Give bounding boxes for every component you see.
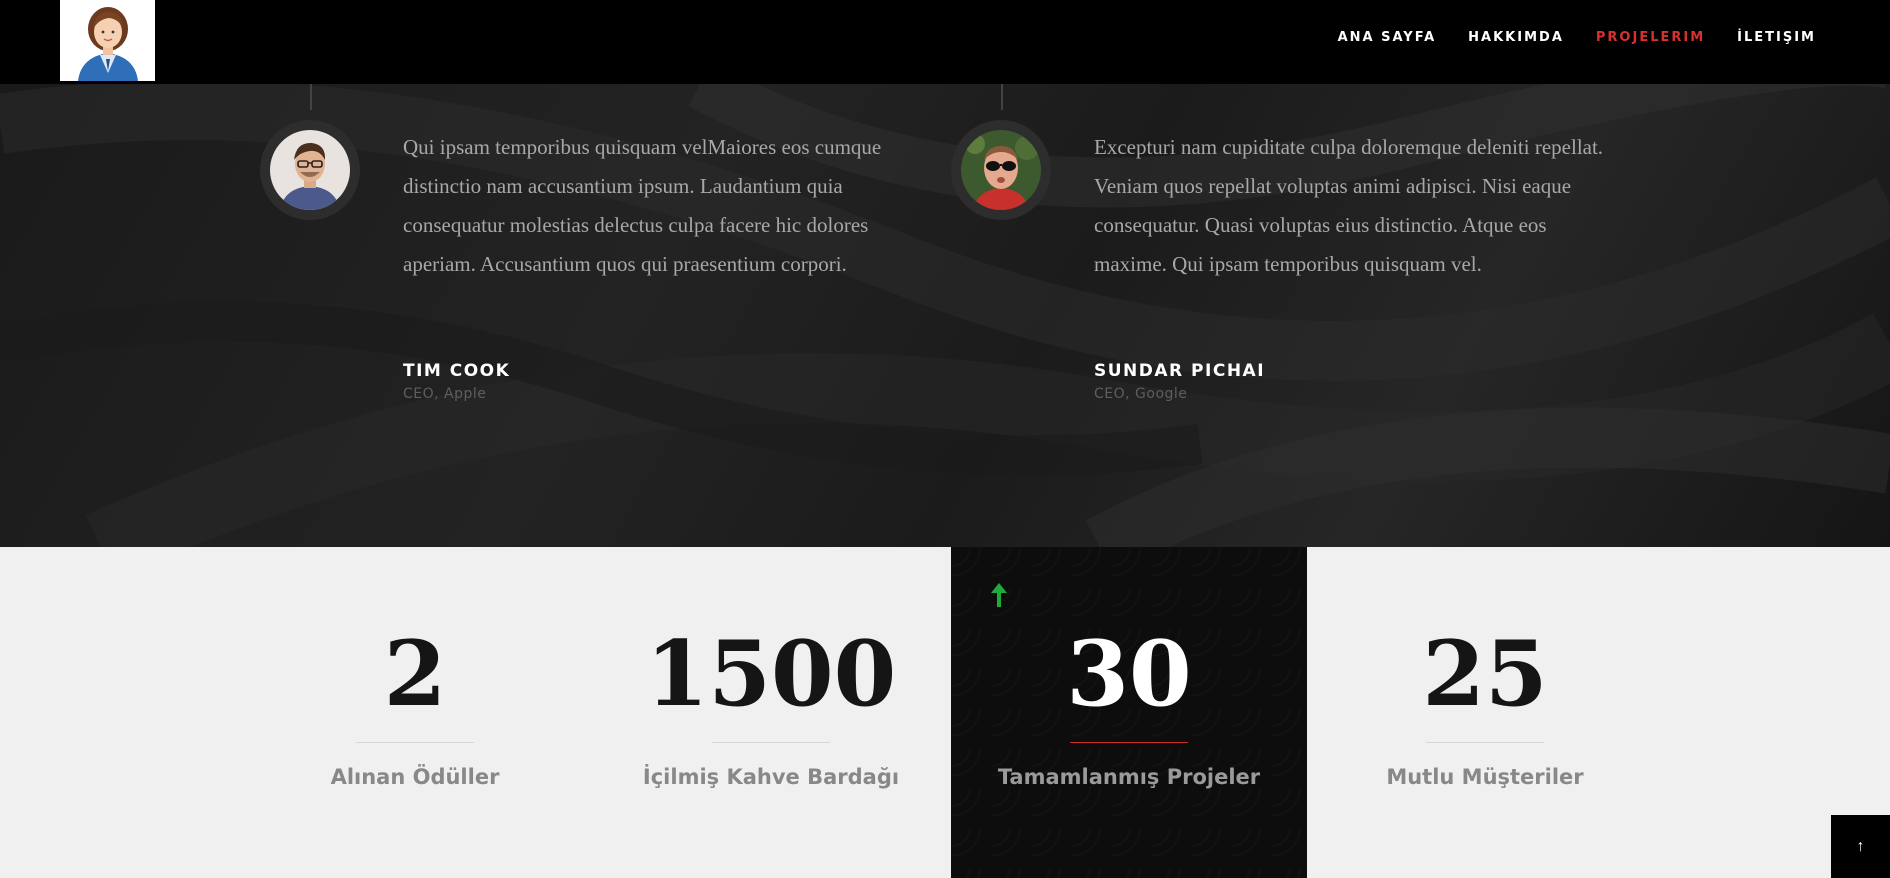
arrow-up-icon: ↑ — [1856, 837, 1865, 855]
stat-value: 30 — [1066, 621, 1192, 727]
testimonial-name: SUNDAR PICHAI — [1094, 361, 1266, 381]
stat-projects: 30 Tamamlanmış Projeler — [951, 547, 1307, 878]
testimonial-name: TIM COOK — [403, 361, 511, 381]
nav-item-projelerim[interactable]: PROJELERIM — [1596, 30, 1705, 45]
stat-value: 25 — [1422, 621, 1548, 727]
stat-coffee: 1500 İçilmiş Kahve Bardağı — [593, 547, 949, 878]
nav-item-hakkimda[interactable]: HAKKIMDA — [1468, 30, 1564, 45]
avatar — [260, 120, 360, 220]
testimonial-role: CEO, Apple — [403, 386, 487, 402]
nav-item-ana-sayfa[interactable]: ANA SAYFA — [1338, 30, 1437, 45]
back-to-top-button[interactable]: ↑ — [1831, 815, 1890, 878]
stat-label: İçilmiş Kahve Bardağı — [642, 765, 900, 789]
divider — [1426, 742, 1544, 743]
timeline-connector — [1001, 84, 1003, 110]
top-navbar: ANA SAYFA HAKKIMDA PROJELERIM İLETIŞIM — [0, 0, 1890, 84]
stat-clients: 25 Mutlu Müşteriler — [1307, 547, 1663, 878]
divider — [356, 742, 474, 743]
site-logo[interactable] — [60, 0, 155, 81]
stats-section: 2 Alınan Ödüller 1500 İçilmiş Kahve Bard… — [0, 547, 1890, 878]
female-avatar-icon — [77, 7, 138, 81]
stat-label: Mutlu Müşteriler — [1386, 765, 1584, 789]
divider — [1070, 742, 1188, 743]
avatar — [951, 120, 1051, 220]
main-navigation: ANA SAYFA HAKKIMDA PROJELERIM İLETIŞIM — [1338, 30, 1816, 45]
stat-label: Alınan Ödüller — [330, 765, 500, 789]
stat-label: Tamamlanmış Projeler — [997, 765, 1261, 789]
testimonial-role: CEO, Google — [1094, 386, 1188, 402]
stat-value: 2 — [383, 621, 447, 727]
stat-awards: 2 Alınan Ödüller — [237, 547, 593, 878]
sundar-pichai-portrait — [961, 130, 1041, 210]
testimonial-quote: Excepturi nam cupiditate culpa doloremqu… — [1094, 135, 1604, 276]
testimonials-section: Qui ipsam temporibus quisquam velMaiores… — [0, 84, 1890, 547]
testimonial-quote: Qui ipsam temporibus quisquam velMaiores… — [403, 135, 882, 276]
divider — [712, 742, 830, 743]
timeline-connector — [310, 84, 312, 110]
tim-cook-portrait — [270, 130, 350, 210]
stat-value: 1500 — [645, 621, 897, 727]
nav-item-iletisim[interactable]: İLETIŞIM — [1737, 30, 1816, 45]
arrow-up-icon — [991, 583, 1007, 607]
